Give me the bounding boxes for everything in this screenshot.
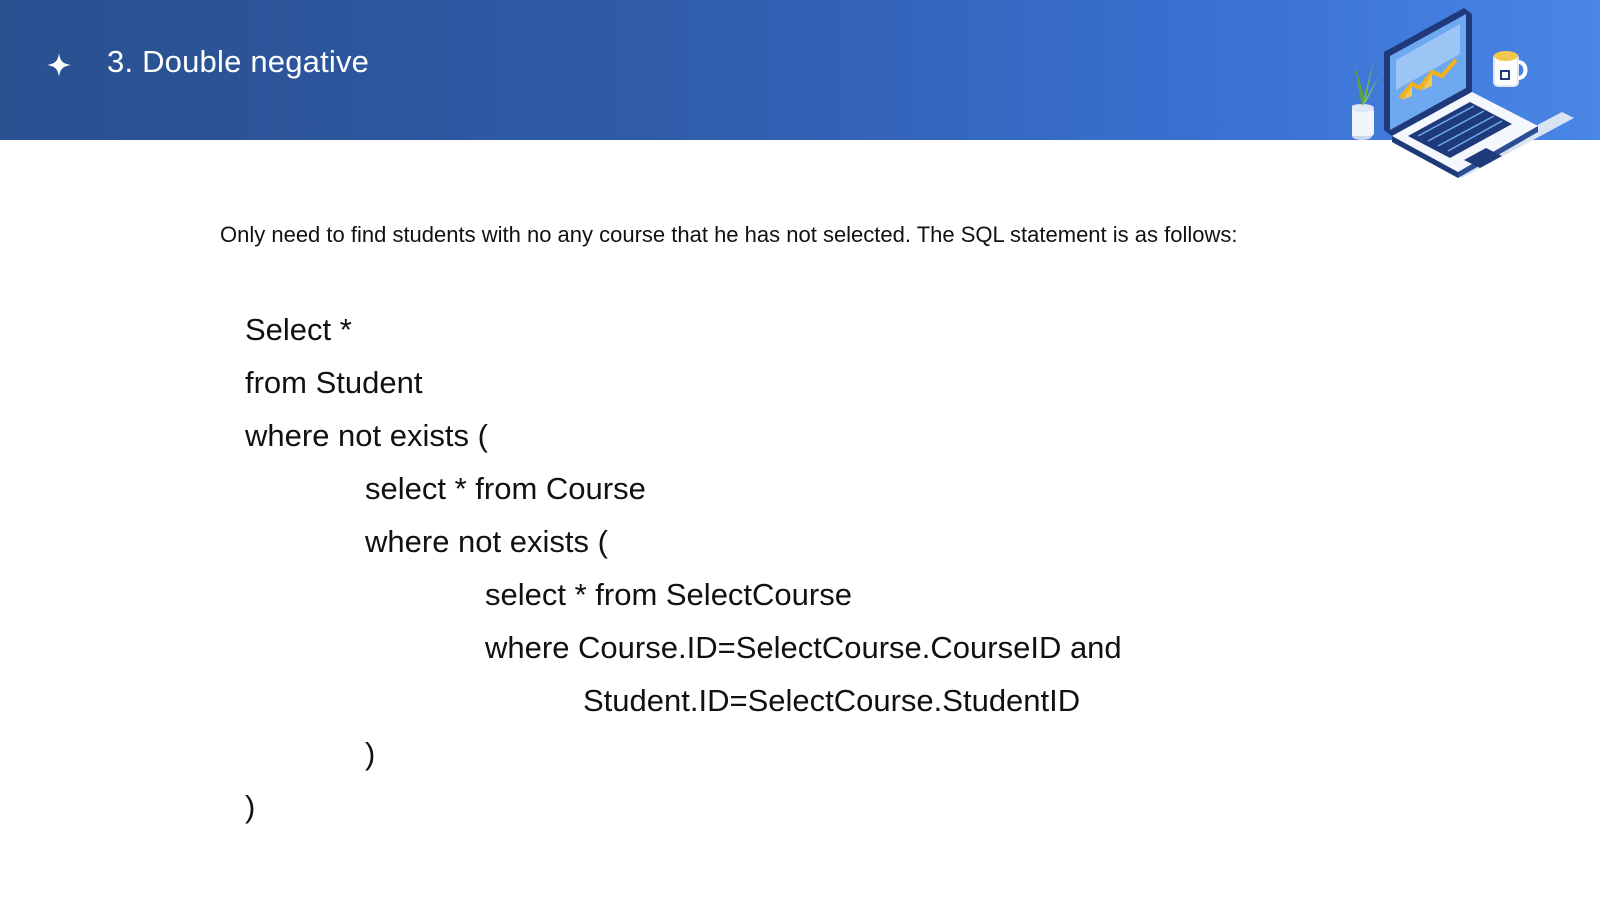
sql-line: select * from SelectCourse — [485, 577, 852, 612]
sql-line: from Student — [245, 365, 423, 400]
sql-line: where Course.ID=SelectCourse.CourseID an… — [485, 630, 1122, 665]
intro-paragraph: Only need to find students with no any c… — [220, 222, 1238, 247]
sql-line: select * from Course — [365, 471, 646, 506]
sql-line: where not exists ( — [365, 524, 608, 559]
sql-line: Select * — [245, 312, 352, 347]
laptop-illustration — [1352, 8, 1574, 178]
sql-line: Student.ID=SelectCourse.StudentID — [583, 683, 1081, 718]
page-title: 3. Double negative — [107, 44, 370, 79]
sql-line: ) — [365, 736, 376, 771]
sparkle-icon — [47, 53, 71, 77]
sql-line: ) — [245, 789, 256, 824]
sql-line: where not exists ( — [245, 418, 488, 453]
